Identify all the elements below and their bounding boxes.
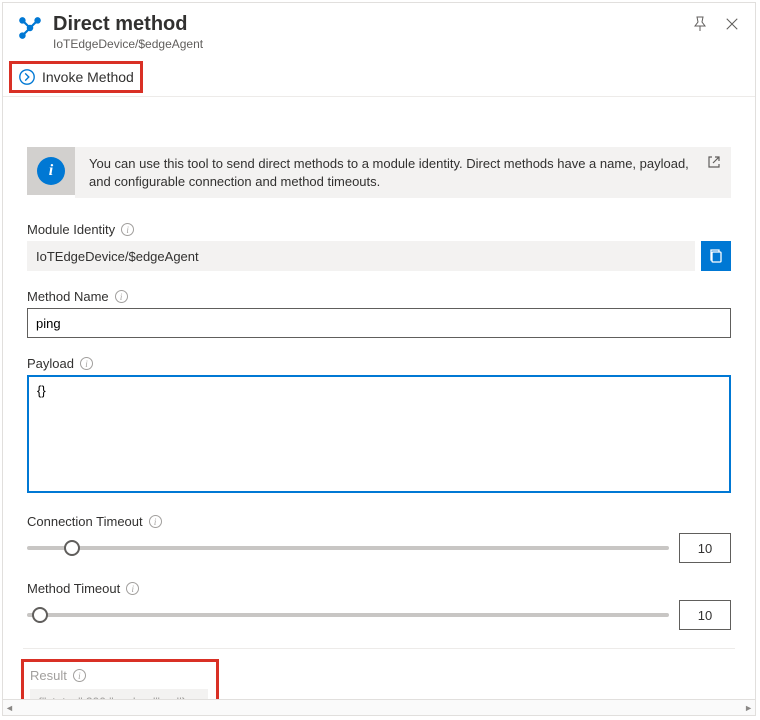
info-icon[interactable]: i [149,515,162,528]
invoke-method-label: Invoke Method [42,69,134,85]
info-text: You can use this tool to send direct met… [89,155,695,190]
info-icon[interactable]: i [80,357,93,370]
info-icon-box: i [27,147,75,195]
method-name-label: Method Name [27,289,109,304]
horizontal-scrollbar[interactable]: ◄ ► [3,699,755,715]
module-identity-label: Module Identity [27,222,115,237]
info-icon[interactable]: i [73,669,86,682]
info-icon[interactable]: i [126,582,139,595]
connection-timeout-slider[interactable] [27,539,669,557]
method-timeout-value[interactable]: 10 [679,600,731,630]
page-title: Direct method [53,13,691,35]
module-identity-input [27,241,695,271]
payload-field: Payload i [27,356,731,496]
invoke-method-button[interactable]: Invoke Method [9,61,143,93]
method-timeout-label: Method Timeout [27,581,120,596]
info-icon[interactable]: i [121,223,134,236]
panel-header: Direct method IoTEdgeDevice/$edgeAgent [3,3,755,57]
direct-method-icon [17,15,43,41]
method-name-input[interactable] [27,308,731,338]
result-label: Result [30,668,67,683]
connection-timeout-field: Connection Timeout i 10 [27,514,731,563]
result-output: {"status":200,"payload":null} [30,689,208,699]
result-section: Result i {"status":200,"payload":null} [21,659,219,699]
copy-button[interactable] [701,241,731,271]
direct-method-panel: Direct method IoTEdgeDevice/$edgeAgent [2,2,756,716]
method-timeout-slider[interactable] [27,606,669,624]
info-banner: i You can use this tool to send direct m… [27,147,731,198]
slider-thumb[interactable] [32,607,48,623]
connection-timeout-label: Connection Timeout [27,514,143,529]
module-identity-field: Module Identity i [27,222,731,271]
connection-timeout-value[interactable]: 10 [679,533,731,563]
payload-label: Payload [27,356,74,371]
pin-button[interactable] [691,15,709,33]
divider [23,648,735,649]
command-bar: Invoke Method [3,57,755,97]
close-button[interactable] [723,15,741,33]
panel-body: i You can use this tool to send direct m… [3,97,755,699]
slider-thumb[interactable] [64,540,80,556]
info-icon[interactable]: i [115,290,128,303]
scroll-right-icon[interactable]: ► [744,703,753,713]
scroll-left-icon[interactable]: ◄ [5,703,14,713]
info-icon: i [37,157,65,185]
payload-input[interactable] [27,375,731,493]
page-subtitle: IoTEdgeDevice/$edgeAgent [53,37,691,51]
method-name-field: Method Name i [27,289,731,338]
method-timeout-field: Method Timeout i 10 [27,581,731,630]
external-link-icon[interactable] [707,155,721,169]
invoke-icon [18,68,36,86]
